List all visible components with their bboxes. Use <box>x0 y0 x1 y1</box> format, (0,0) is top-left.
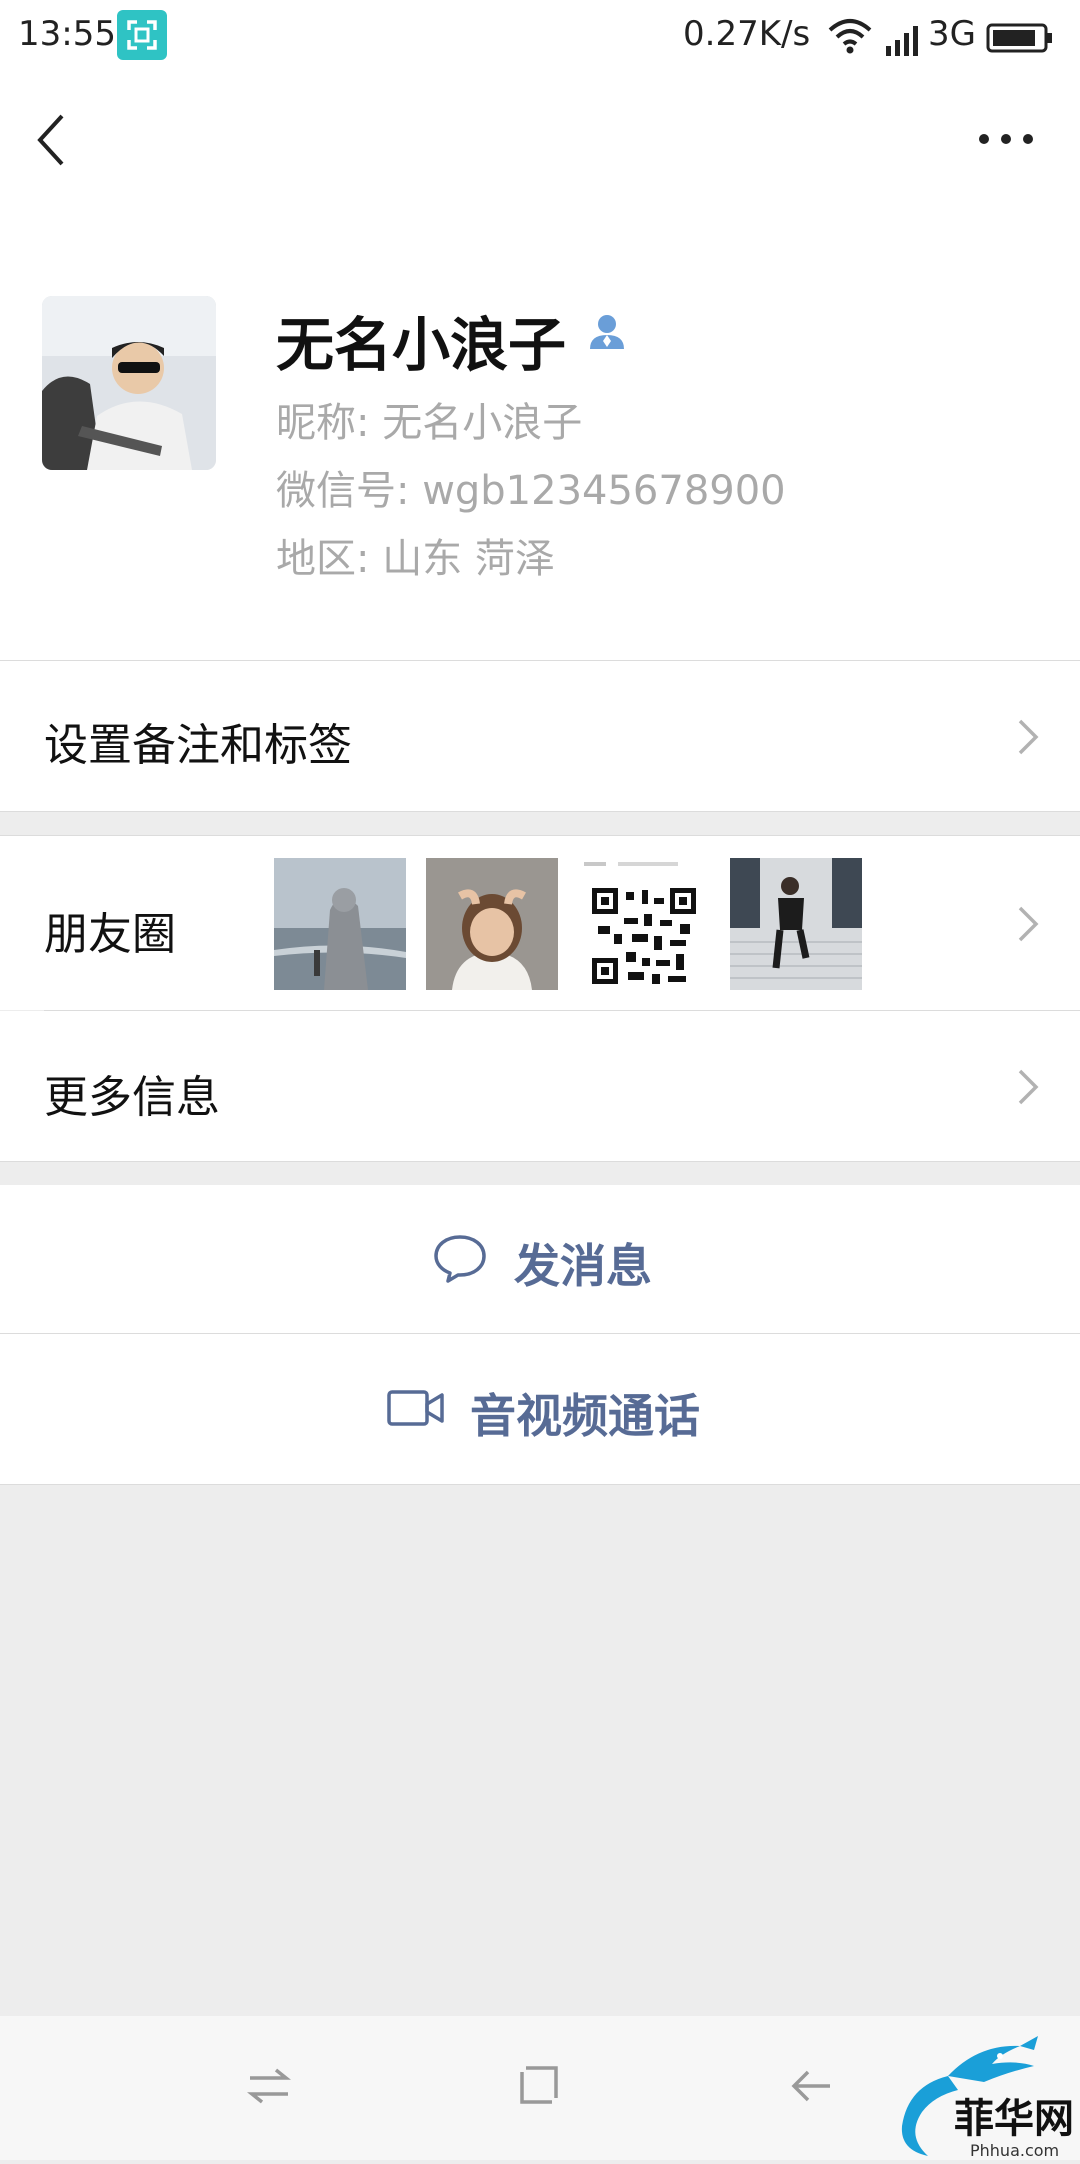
status-bar: 13:55 0.27K/s 3G <box>0 0 1080 74</box>
send-message-button[interactable]: 发消息 <box>0 1185 1080 1333</box>
wechat-id-line: 微信号: wgb12345678900 <box>276 468 786 514</box>
more-icon[interactable] <box>972 124 1040 154</box>
avatar[interactable] <box>42 296 216 470</box>
moments-photo-thumbnail[interactable] <box>730 858 862 990</box>
video-call-label: 音视频通话 <box>470 1389 700 1443</box>
chevron-right-icon <box>1016 717 1040 757</box>
signal-icon <box>884 22 926 56</box>
divider <box>0 1161 1080 1162</box>
moments-photo-thumbnail[interactable] <box>274 858 406 990</box>
nickname-line: 昵称: 无名小浪子 <box>276 400 583 446</box>
wifi-icon <box>826 16 874 56</box>
contact-person-icon <box>586 311 628 353</box>
chat-bubble-icon <box>432 1233 488 1285</box>
moments-qr-thumbnail[interactable] <box>578 858 710 990</box>
moments-photo-thumbnail[interactable] <box>426 858 558 990</box>
more-info-row[interactable]: 更多信息 <box>0 1011 1080 1161</box>
back-nav-icon[interactable] <box>786 2064 836 2108</box>
network-type: 3G <box>928 14 976 54</box>
moments-label: 朋友圈 <box>44 909 176 960</box>
battery-icon <box>986 22 1054 54</box>
display-name: 无名小浪子 <box>276 311 567 379</box>
back-icon[interactable] <box>28 110 76 170</box>
chevron-right-icon <box>1016 1067 1040 1107</box>
recent-apps-icon[interactable] <box>244 2064 294 2108</box>
video-call-button[interactable]: 音视频通话 <box>0 1334 1080 1484</box>
remark-tags-row[interactable]: 设置备注和标签 <box>0 661 1080 811</box>
video-camera-icon <box>386 1386 446 1430</box>
screenshot-scan-icon <box>117 10 167 60</box>
region-line: 地区: 山东 菏泽 <box>276 536 555 582</box>
home-icon[interactable] <box>516 2062 562 2108</box>
remark-tags-label: 设置备注和标签 <box>44 720 352 771</box>
phhua-watermark-logo: 菲华网 Phhua.com <box>888 2016 1080 2160</box>
more-info-label: 更多信息 <box>44 1072 220 1123</box>
svg-text:Phhua.com: Phhua.com <box>970 2141 1059 2160</box>
svg-text:菲华网: 菲华网 <box>954 2095 1074 2142</box>
status-time: 13:55 <box>18 14 116 54</box>
divider <box>0 1484 1080 1485</box>
divider <box>0 811 1080 812</box>
send-message-label: 发消息 <box>514 1239 652 1293</box>
chevron-right-icon <box>1016 904 1040 944</box>
network-speed: 0.27K/s <box>683 14 811 54</box>
top-nav <box>0 74 1080 194</box>
